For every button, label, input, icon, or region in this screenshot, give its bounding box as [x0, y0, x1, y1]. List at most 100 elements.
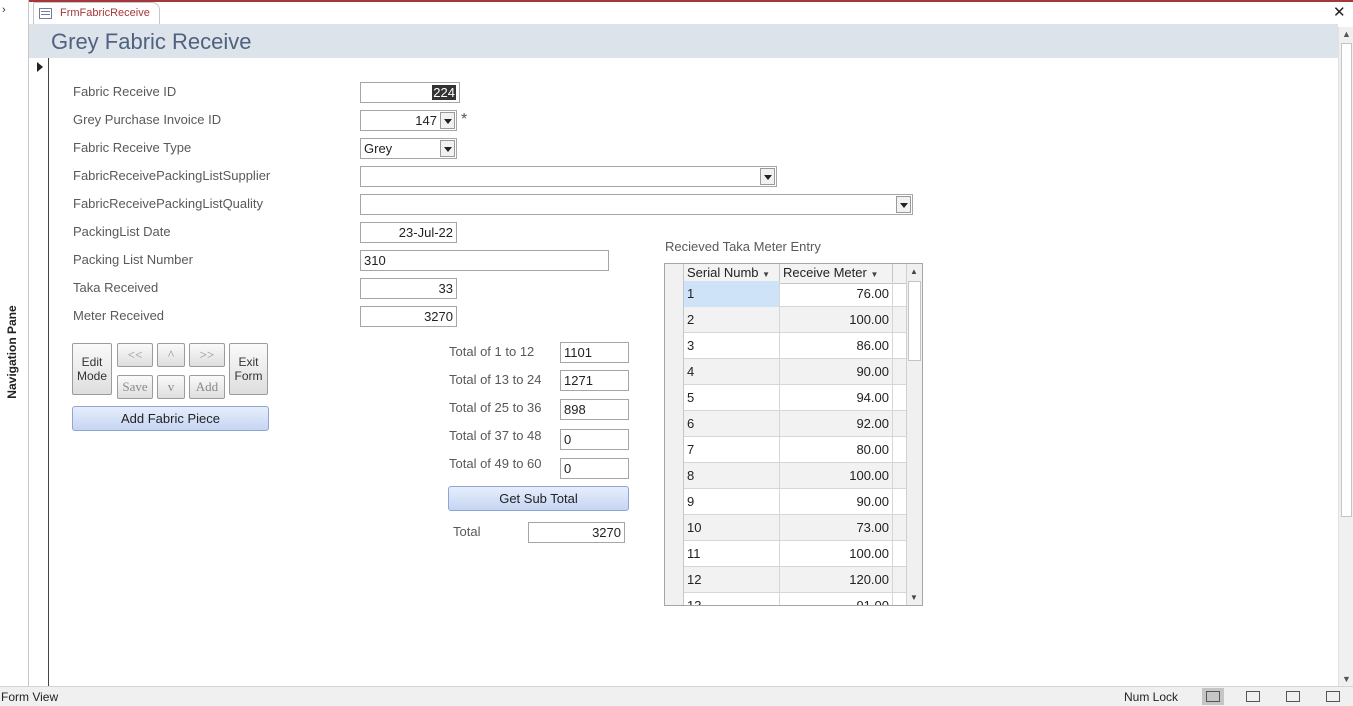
record-selector[interactable]: [29, 58, 49, 686]
sort-dropdown-icon[interactable]: ▼: [870, 270, 878, 279]
serial-number-cell[interactable]: 4: [684, 359, 780, 385]
serial-number-cell[interactable]: 13: [684, 593, 780, 605]
row-selector[interactable]: [665, 333, 684, 359]
get-sub-total-button[interactable]: Get Sub Total: [448, 486, 629, 511]
receive-meter-cell[interactable]: 100.00: [780, 541, 893, 567]
table-row[interactable]: 1 76.00: [665, 281, 909, 307]
meter-received-field[interactable]: 3270: [360, 306, 457, 327]
row-selector[interactable]: [665, 385, 684, 411]
row-selector[interactable]: [665, 567, 684, 593]
sort-dropdown-icon[interactable]: ▼: [762, 270, 770, 279]
layout-view-icon[interactable]: [1282, 688, 1304, 705]
row-selector[interactable]: [665, 515, 684, 541]
serial-number-cell[interactable]: 12: [684, 567, 780, 593]
table-row[interactable]: 11 100.00: [665, 541, 909, 567]
row-selector[interactable]: [665, 307, 684, 333]
datasheet-scrollbar[interactable]: ▲ ▼: [906, 264, 922, 605]
total-49-60-field[interactable]: 0: [560, 458, 629, 479]
receive-meter-cell[interactable]: 91.00: [780, 593, 893, 605]
save-button[interactable]: Save: [117, 375, 153, 399]
receive-meter-cell[interactable]: 92.00: [780, 411, 893, 437]
table-row[interactable]: 3 86.00: [665, 333, 909, 359]
datasheet-view-icon[interactable]: [1242, 688, 1264, 705]
scroll-down-icon[interactable]: ▼: [1342, 674, 1351, 684]
row-selector[interactable]: [665, 541, 684, 567]
table-row[interactable]: 7 80.00: [665, 437, 909, 463]
row-selector[interactable]: [665, 281, 684, 307]
scroll-up-icon[interactable]: ▲: [910, 267, 918, 276]
table-row[interactable]: 2 100.00: [665, 307, 909, 333]
total-1-12-field[interactable]: 1101: [560, 342, 629, 363]
add-fabric-piece-button[interactable]: Add Fabric Piece: [72, 406, 269, 431]
serial-number-cell[interactable]: 2: [684, 307, 780, 333]
table-row[interactable]: 13 91.00: [665, 593, 909, 605]
serial-number-cell[interactable]: 7: [684, 437, 780, 463]
receive-meter-cell[interactable]: 100.00: [780, 307, 893, 333]
serial-number-cell[interactable]: 5: [684, 385, 780, 411]
design-view-icon[interactable]: [1322, 688, 1344, 705]
row-selector[interactable]: [665, 437, 684, 463]
receive-meter-cell[interactable]: 90.00: [780, 359, 893, 385]
scroll-thumb[interactable]: [908, 281, 921, 361]
taka-meter-datasheet[interactable]: Serial Numb ▼ Receive Meter ▼ 1 76.00 2 100…: [664, 263, 923, 606]
receive-meter-cell[interactable]: 120.00: [780, 567, 893, 593]
row-selector[interactable]: [665, 593, 684, 605]
table-row[interactable]: 10 73.00: [665, 515, 909, 541]
next-record-button[interactable]: >>: [189, 343, 225, 367]
chevron-down-icon[interactable]: [440, 140, 455, 157]
receive-meter-cell[interactable]: 80.00: [780, 437, 893, 463]
exit-form-button[interactable]: Exit Form: [229, 343, 268, 395]
form-scrollbar[interactable]: ▲ ▼: [1338, 27, 1353, 686]
row-selector[interactable]: [665, 463, 684, 489]
receive-meter-cell[interactable]: 86.00: [780, 333, 893, 359]
scroll-down-icon[interactable]: ▼: [910, 593, 918, 602]
grey-purchase-invoice-id-combo[interactable]: 147: [360, 110, 457, 131]
first-record-button[interactable]: <<: [117, 343, 153, 367]
table-row[interactable]: 4 90.00: [665, 359, 909, 385]
table-row[interactable]: 5 94.00: [665, 385, 909, 411]
serial-number-cell[interactable]: 9: [684, 489, 780, 515]
fabric-receive-id-field[interactable]: 224: [360, 82, 460, 103]
packing-list-quality-combo[interactable]: [360, 194, 913, 215]
table-row[interactable]: 6 92.00: [665, 411, 909, 437]
receive-meter-cell[interactable]: 73.00: [780, 515, 893, 541]
table-row[interactable]: 12 120.00: [665, 567, 909, 593]
taka-received-field[interactable]: 33: [360, 278, 457, 299]
total-25-36-field[interactable]: 898: [560, 399, 629, 420]
total-field[interactable]: 3270: [528, 522, 625, 543]
add-button[interactable]: Add: [189, 375, 225, 399]
table-row[interactable]: 8 100.00: [665, 463, 909, 489]
serial-number-cell[interactable]: 1: [684, 281, 780, 307]
table-row[interactable]: 9 90.00: [665, 489, 909, 515]
previous-record-button[interactable]: ^: [157, 343, 185, 367]
receive-meter-cell[interactable]: 94.00: [780, 385, 893, 411]
expand-pane-icon[interactable]: ›: [2, 4, 6, 16]
serial-number-cell[interactable]: 3: [684, 333, 780, 359]
serial-number-cell[interactable]: 10: [684, 515, 780, 541]
fabric-receive-type-combo[interactable]: Grey: [360, 138, 457, 159]
packing-list-number-field[interactable]: 310: [360, 250, 609, 271]
total-37-48-field[interactable]: 0: [560, 429, 629, 450]
chevron-down-icon[interactable]: [440, 112, 455, 129]
scroll-thumb[interactable]: [1341, 43, 1352, 517]
tab-frmfabricreceive[interactable]: FrmFabricReceive: [33, 2, 160, 25]
edit-mode-button[interactable]: Edit Mode: [72, 343, 112, 395]
serial-number-cell[interactable]: 11: [684, 541, 780, 567]
packing-list-date-field[interactable]: 23-Jul-22: [360, 222, 457, 243]
serial-number-cell[interactable]: 8: [684, 463, 780, 489]
row-selector[interactable]: [665, 489, 684, 515]
scroll-up-icon[interactable]: ▲: [1342, 29, 1351, 39]
close-icon[interactable]: ✕: [1333, 3, 1346, 21]
chevron-down-icon[interactable]: [896, 196, 911, 213]
navigation-pane[interactable]: › Navigation Pane: [0, 0, 29, 686]
serial-number-cell[interactable]: 6: [684, 411, 780, 437]
receive-meter-cell[interactable]: 76.00: [780, 281, 893, 307]
row-selector[interactable]: [665, 411, 684, 437]
packing-list-supplier-combo[interactable]: [360, 166, 777, 187]
row-selector[interactable]: [665, 359, 684, 385]
form-view-icon[interactable]: [1202, 688, 1224, 705]
receive-meter-cell[interactable]: 100.00: [780, 463, 893, 489]
chevron-down-icon[interactable]: [760, 168, 775, 185]
move-down-button[interactable]: v: [157, 375, 185, 399]
receive-meter-cell[interactable]: 90.00: [780, 489, 893, 515]
